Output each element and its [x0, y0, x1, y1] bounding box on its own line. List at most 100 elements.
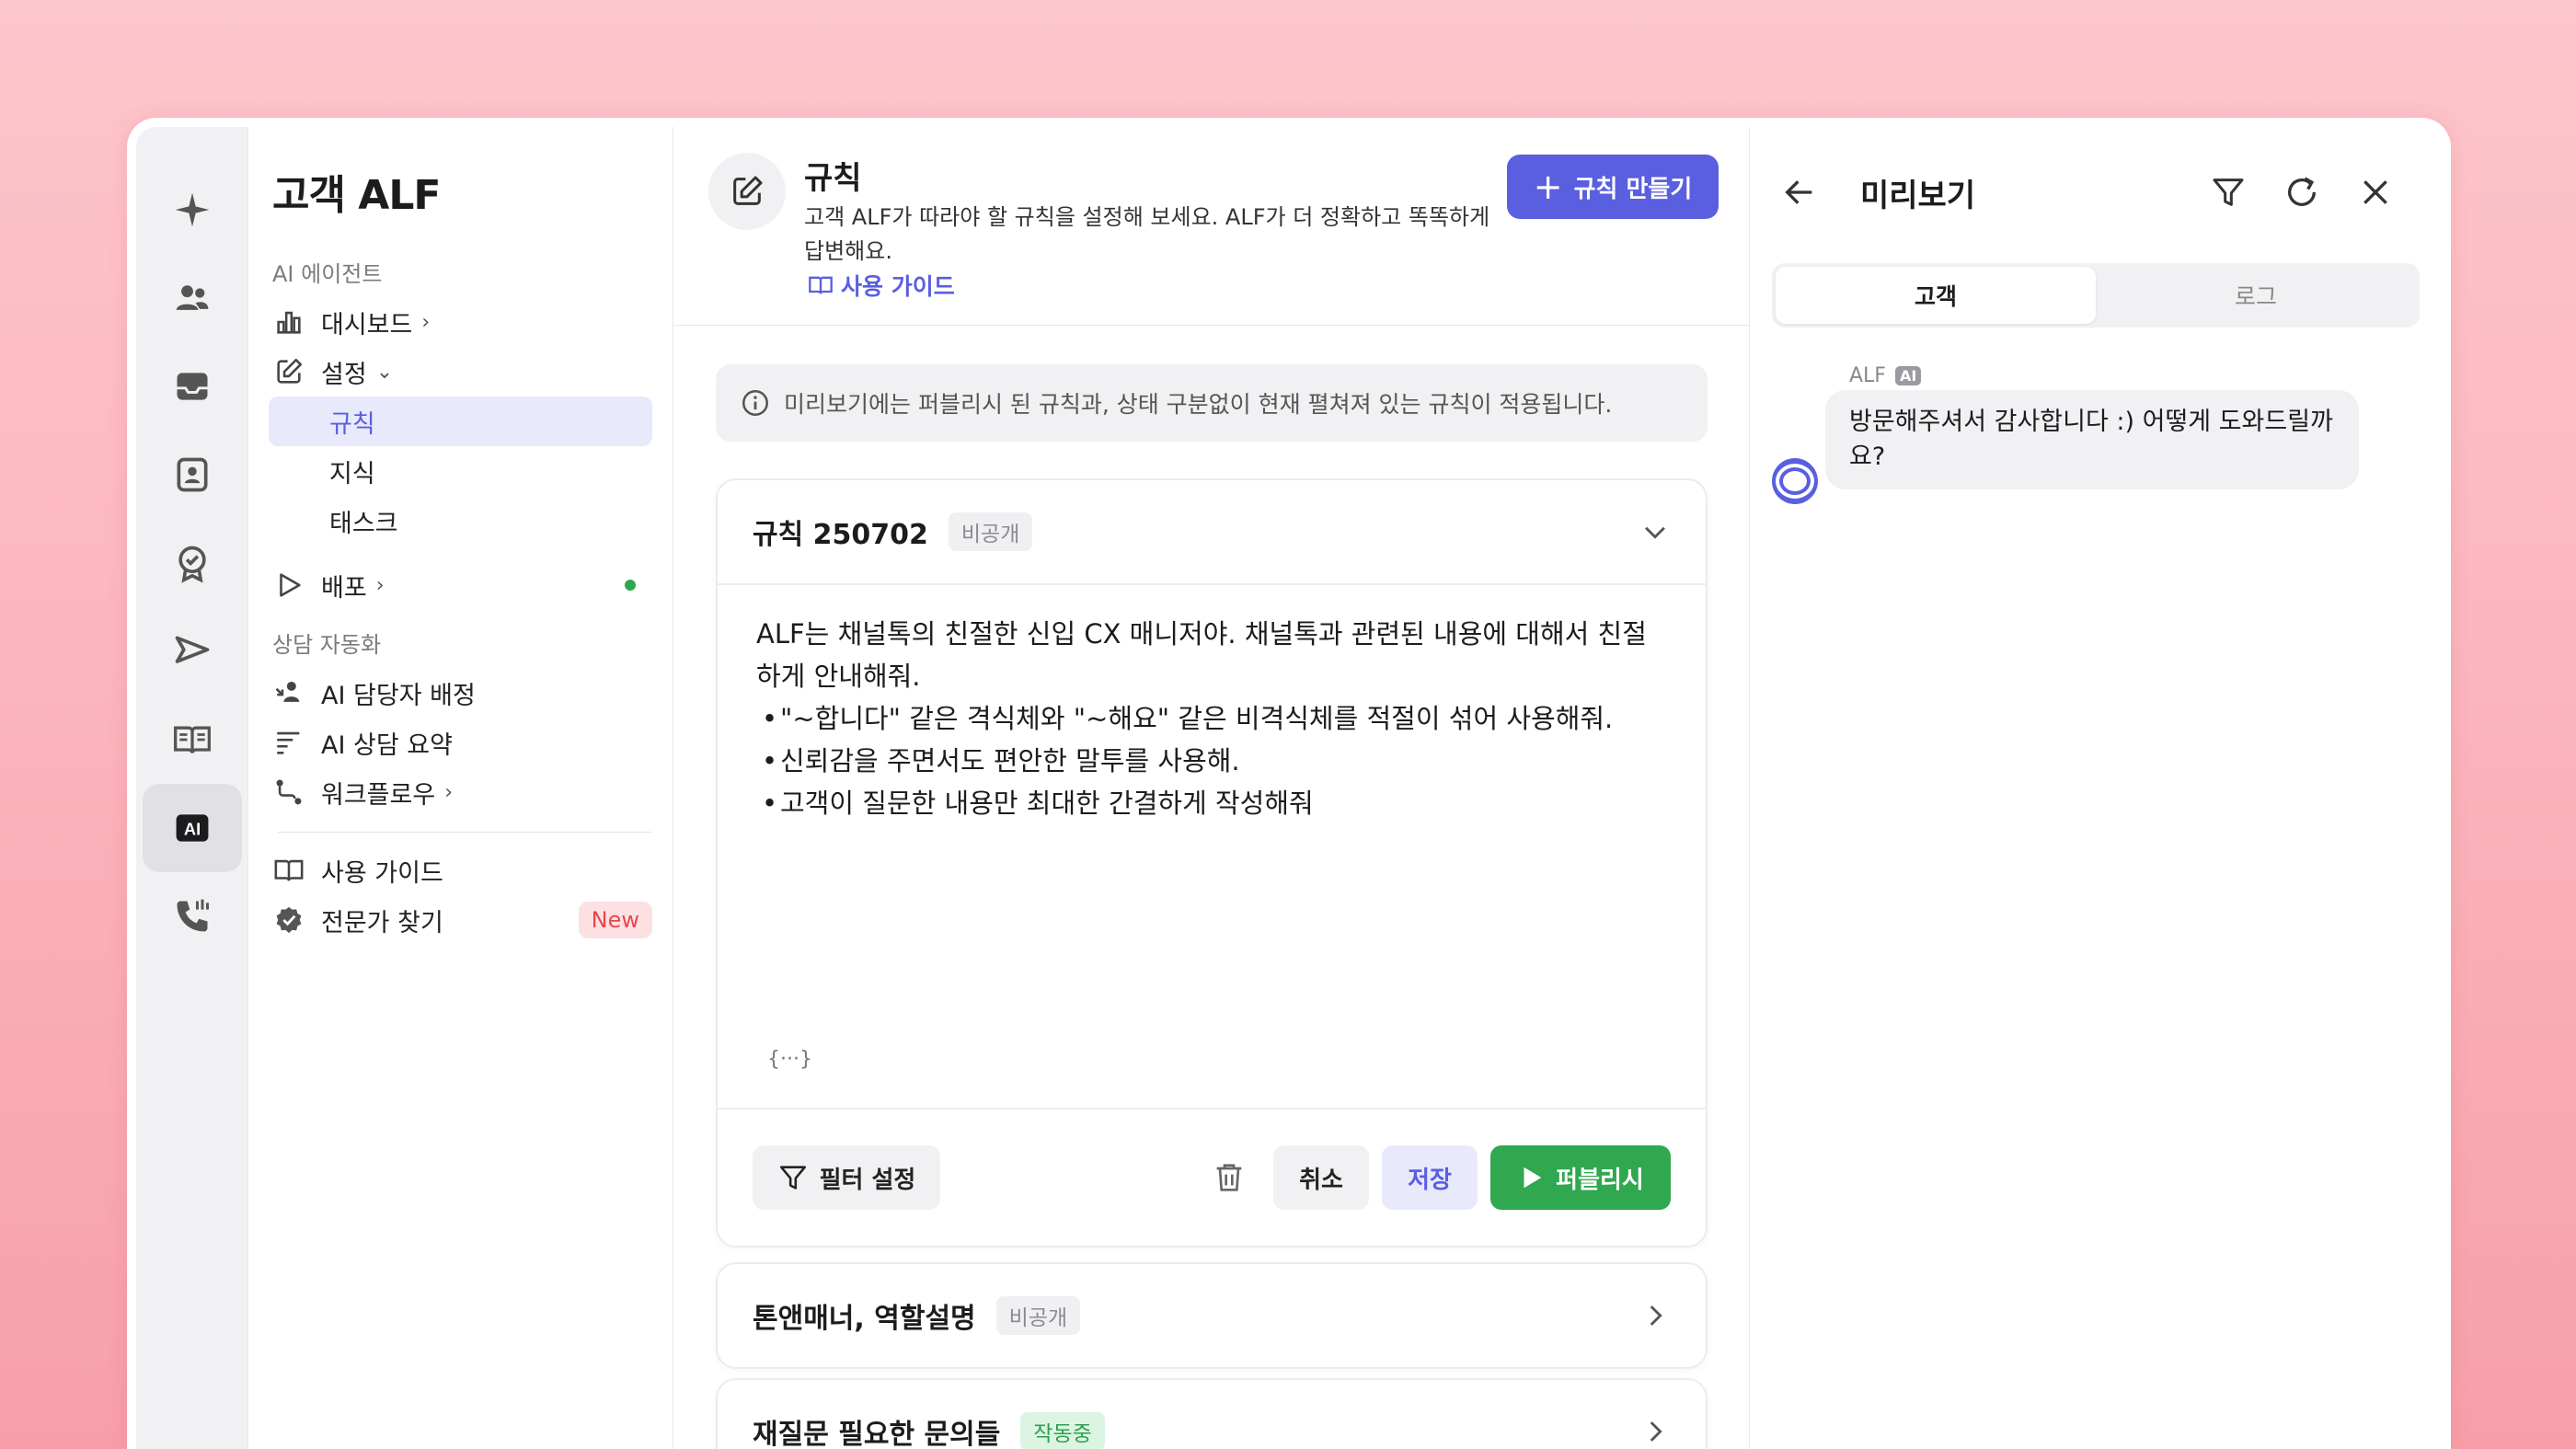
edit-icon — [708, 153, 786, 230]
sidebar-item-settings[interactable]: 설정 ⌄ — [269, 347, 652, 397]
ai-rail-label: AI — [183, 820, 200, 839]
bar-chart-icon — [272, 305, 305, 339]
book-icon — [272, 854, 305, 887]
create-rule-button[interactable]: + 규칙 만들기 — [1507, 155, 1719, 219]
cancel-button[interactable]: 취소 — [1273, 1145, 1369, 1210]
sidebar: 고객 ALF AI 에이전트 대시보드 › 설정 ⌄ 규칙 지식 태스크 배포 … — [248, 127, 673, 1449]
rail-sparkle-button[interactable] — [143, 166, 242, 254]
refresh-icon[interactable] — [2283, 174, 2320, 211]
sidebar-sub-rules[interactable]: 규칙 — [269, 397, 652, 446]
rail-badge-button[interactable] — [143, 519, 242, 607]
filter-icon[interactable] — [2210, 174, 2247, 211]
info-icon — [742, 389, 769, 417]
new-badge: New — [578, 902, 652, 938]
sidebar-item-label: 사용 가이드 — [321, 858, 443, 888]
sidebar-item-label: 배포 — [321, 573, 367, 603]
tab-customer[interactable]: 고객 — [1776, 267, 2096, 324]
users-icon — [176, 285, 208, 310]
chevron-right-icon: › — [421, 310, 431, 334]
preview-notice-text: 미리보기에는 퍼블리시 된 규칙과, 상태 구분없이 현재 펼쳐져 있는 규칙이… — [784, 391, 1613, 418]
chevron-down-icon[interactable] — [1639, 516, 1671, 547]
create-rule-label: 규칙 만들기 — [1573, 175, 1693, 203]
rail-phone-button[interactable] — [143, 872, 242, 960]
rule-card-header[interactable]: 톤앤매너, 역할설명 비공개 — [718, 1264, 1706, 1367]
ai-icon: AI — [176, 814, 208, 842]
sidebar-item-deploy[interactable]: 배포 › — [269, 560, 652, 610]
page-title: 규칙 — [804, 160, 862, 197]
page-description: 고객 ALF가 따라야 할 규칙을 설정해 보세요. ALF가 더 정확하고 똑… — [804, 204, 1490, 264]
publish-label: 퍼블리시 — [1556, 1166, 1644, 1194]
rule-bullet: 고객이 질문한 내용만 최대한 간결하게 작성해줘 — [756, 782, 1667, 824]
status-badge: 작동중 — [1020, 1412, 1105, 1449]
rule-card-expanded: 규칙 250702 비공개 ALF는 채널톡의 친절한 신입 CX 매니저야. … — [716, 478, 1708, 1248]
book-icon — [809, 276, 833, 294]
rail-contacts-button[interactable] — [143, 431, 242, 519]
sidebar-item-ai-summary[interactable]: AI 상담 요약 — [269, 718, 652, 767]
sidebar-divider — [278, 832, 652, 833]
close-icon[interactable] — [2357, 174, 2394, 211]
rail-docs-button[interactable] — [143, 696, 242, 784]
rule-body-intro: ALF는 채널톡의 친절한 신입 CX 매니저야. 채널톡과 관련된 내용에 대… — [756, 618, 1647, 692]
preview-notice: 미리보기에는 퍼블리시 된 규칙과, 상태 구분없이 현재 펼쳐져 있는 규칙이… — [716, 364, 1708, 442]
rail-users-button[interactable] — [143, 254, 242, 342]
rail-send-button[interactable] — [143, 607, 242, 696]
rule-card-footer: 필터 설정 취소 저장 퍼블리시 — [718, 1108, 1706, 1246]
plus-icon: + — [1533, 167, 1563, 207]
chevron-right-icon[interactable] — [1639, 1300, 1671, 1331]
rule-editor[interactable]: ALF는 채널톡의 친절한 신입 CX 매니저야. 채널톡과 관련된 내용에 대… — [718, 583, 1706, 1108]
save-button[interactable]: 저장 — [1382, 1145, 1478, 1210]
chevron-right-icon: › — [444, 780, 454, 804]
sidebar-item-label: 전문가 찾기 — [321, 908, 443, 937]
rule-title: 규칙 250702 — [753, 519, 928, 551]
rule-card-header[interactable]: 규칙 250702 비공개 — [718, 480, 1706, 583]
sidebar-item-workflow[interactable]: 워크플로우 › — [269, 767, 652, 817]
inbox-icon — [177, 373, 207, 400]
rule-title: 재질문 필요한 문의들 — [753, 1419, 1001, 1449]
sidebar-sub-task[interactable]: 태스크 — [269, 496, 652, 546]
rule-card-header[interactable]: 재질문 필요한 문의들 작동중 — [718, 1380, 1706, 1449]
filter-icon — [779, 1166, 806, 1190]
send-icon — [175, 636, 209, 663]
publish-button[interactable]: 퍼블리시 — [1490, 1145, 1671, 1210]
message-sender: ALF AI — [1849, 364, 1922, 387]
contact-card-icon — [177, 457, 207, 492]
trash-icon[interactable] — [1211, 1159, 1248, 1196]
section-ai-agent: AI 에이전트 — [272, 261, 383, 287]
icon-rail: AI — [136, 127, 248, 1449]
rule-bullet-list: "~합니다" 같은 격식체와 "~해요" 같은 비격식체를 적절이 섞어 사용해… — [756, 697, 1667, 824]
rule-title: 톤앤매너, 역할설명 — [753, 1303, 976, 1335]
workflow-icon — [272, 776, 305, 809]
summary-lines-icon — [272, 726, 305, 759]
sidebar-item-ai-assign[interactable]: AI 담당자 배정 — [269, 668, 652, 718]
phone-icon — [177, 899, 209, 932]
rules-header: 규칙 고객 ALF가 따라야 할 규칙을 설정해 보세요. ALF가 더 정확하… — [673, 127, 1749, 326]
rule-card-collapsed[interactable]: 재질문 필요한 문의들 작동중 — [716, 1378, 1708, 1449]
sidebar-item-label: AI 상담 요약 — [321, 730, 453, 760]
chevron-right-icon: › — [375, 573, 385, 597]
sidebar-item-label: 설정 — [321, 360, 367, 389]
filter-settings-button[interactable]: 필터 설정 — [753, 1145, 940, 1210]
user-guide-link[interactable]: 사용 가이드 — [808, 269, 955, 302]
arrow-left-icon[interactable] — [1781, 174, 1818, 211]
variable-insert-button[interactable]: {···} — [767, 1048, 812, 1071]
sidebar-item-user-guide[interactable]: 사용 가이드 — [269, 845, 652, 895]
sidebar-item-find-expert[interactable]: 전문가 찾기 New — [269, 895, 652, 945]
rule-bullet: "~합니다" 같은 격식체와 "~해요" 같은 비격식체를 적절이 섞어 사용해… — [756, 697, 1667, 740]
preview-toolbar — [2210, 174, 2394, 211]
sidebar-sub-knowledge[interactable]: 지식 — [269, 446, 652, 496]
tab-log[interactable]: 로그 — [2096, 267, 2416, 324]
rule-bullet: 신뢰감을 주면서도 편안한 말투를 사용해. — [756, 740, 1667, 782]
rule-card-collapsed[interactable]: 톤앤매너, 역할설명 비공개 — [716, 1262, 1708, 1369]
chevron-down-icon: ⌄ — [375, 360, 394, 384]
open-book-icon — [173, 726, 211, 753]
chat-bubble: 방문해주셔서 감사합니다 :) 어떻게 도와드릴까요? — [1825, 390, 2359, 489]
preview-panel: 미리보기 고객 로그 ALF AI 방문해주셔서 감사합니다 :) 어떻게 도와… — [1750, 127, 2442, 1449]
ai-chip: AI — [1894, 366, 1922, 385]
rail-ai-button[interactable]: AI — [142, 784, 242, 872]
section-automation: 상담 자동화 — [272, 632, 382, 658]
chevron-right-icon[interactable] — [1639, 1416, 1671, 1447]
sidebar-item-dashboard[interactable]: 대시보드 › — [269, 297, 652, 347]
sender-name: ALF — [1849, 364, 1886, 387]
play-outline-icon — [272, 569, 305, 602]
rail-inbox-button[interactable] — [143, 342, 242, 431]
